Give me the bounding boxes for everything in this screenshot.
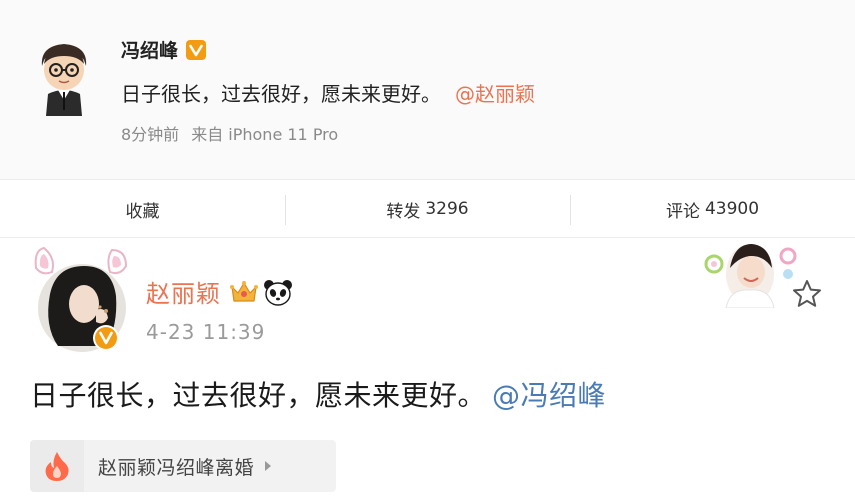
favorite-label: 收藏 (125, 201, 160, 222)
comment-button[interactable]: 评论 43900 (570, 181, 855, 237)
post1-source: 来自 iPhone 11 Pro (191, 125, 339, 144)
post1-meta: 8分钟前 来自 iPhone 11 Pro (121, 121, 338, 145)
post2-author-row: 赵丽颖 (146, 274, 293, 309)
post1-author-name[interactable]: 冯绍峰 (121, 36, 178, 63)
comment-count: 43900 (704, 199, 760, 219)
comment-label: 评论 (665, 201, 700, 222)
topic-label: 赵丽颖冯绍峰离婚 (98, 456, 255, 479)
repost-button[interactable]: 转发 3296 (285, 181, 570, 237)
profile-decoration-card (704, 244, 797, 308)
chevron-right-icon (265, 461, 272, 471)
quoted-post-card: 冯绍峰 日子很长，过去很好，愿未来更好。 @赵丽颖 8分钟前 来自 iPhone 1… (0, 0, 855, 180)
cartoon-avatar[interactable] (34, 40, 94, 116)
post1-body: 日子很长，过去很好，愿未来更好。 (121, 82, 441, 106)
repost-count: 3296 (425, 199, 469, 219)
repost-label: 转发 (386, 201, 421, 222)
post1-time: 8分钟前 (121, 125, 180, 144)
post1-mention-link[interactable]: @赵丽颖 (455, 82, 535, 106)
crown-icon (230, 280, 258, 302)
post-action-bar: 收藏 转发 3296 评论 43900 (0, 181, 855, 238)
post2-author-name[interactable]: 赵丽颖 (146, 274, 221, 309)
hot-topic-tag[interactable]: 赵丽颖冯绍峰离婚 (30, 440, 336, 492)
panda-icon (264, 279, 292, 306)
post2-body: 日子很长，过去很好，愿未来更好。 (30, 379, 487, 412)
post1-text: 日子很长，过去很好，愿未来更好。 @赵丽颖 (121, 78, 535, 107)
post2-text: 日子很长，过去很好，愿未来更好。 @冯绍峰 (30, 374, 606, 414)
bunny-ear-avatar[interactable] (26, 246, 138, 358)
star-outline-icon[interactable] (791, 278, 823, 310)
favorite-button[interactable]: 收藏 (0, 181, 285, 237)
topic-icon-box (30, 440, 84, 492)
post2-mention-link[interactable]: @冯绍峰 (492, 379, 606, 412)
post1-author-row: 冯绍峰 (121, 36, 207, 63)
post2-time: 4-23 11:39 (146, 320, 266, 344)
fire-icon (45, 452, 69, 481)
verified-v-badge-icon (186, 39, 207, 60)
